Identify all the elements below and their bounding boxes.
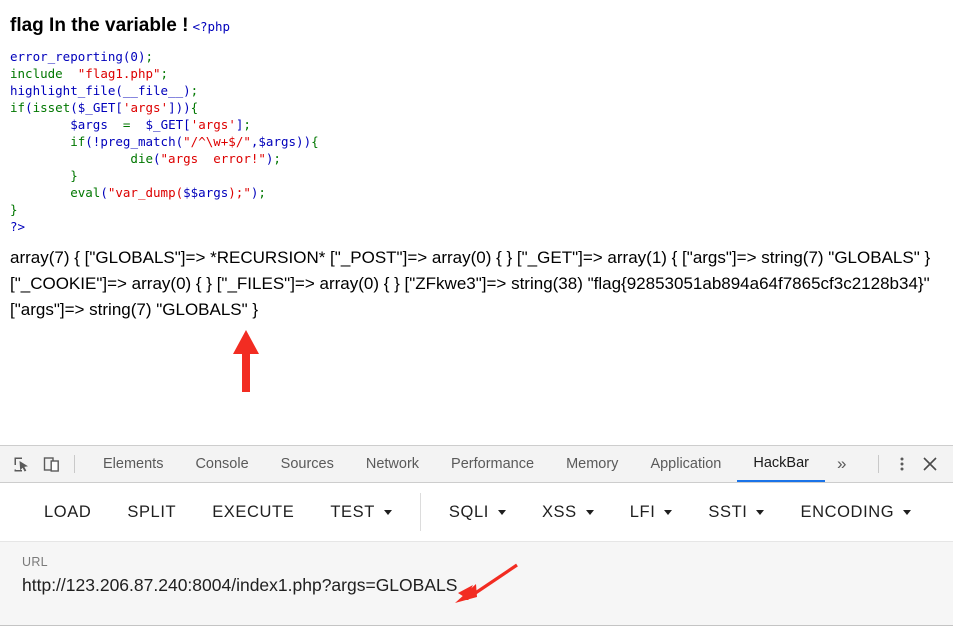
execute-button-label: EXECUTE xyxy=(212,502,295,521)
ssti-dropdown-button[interactable]: SSTI xyxy=(690,503,782,522)
page-title: flag In the variable ! <?php xyxy=(0,0,953,38)
php-source-code: error_reporting(0); include "flag1.php";… xyxy=(10,48,319,234)
lfi-button-label: LFI xyxy=(629,502,656,521)
url-input[interactable]: http://123.206.87.240:8004/index1.php?ar… xyxy=(22,575,953,596)
lfi-dropdown-button[interactable]: LFI xyxy=(612,503,691,522)
code-line-6: if xyxy=(70,133,86,149)
right-controls-divider xyxy=(878,455,879,473)
hackbar-panel: LOAD SPLIT EXECUTE TEST SQLI XSS LFI SST… xyxy=(0,483,953,626)
xss-button-label: XSS xyxy=(541,502,577,521)
load-button[interactable]: LOAD xyxy=(26,503,109,522)
xss-dropdown-button[interactable]: XSS xyxy=(524,503,612,522)
devtools-right-controls xyxy=(870,446,953,482)
inspect-element-icon[interactable] xyxy=(8,451,34,477)
code-line-2: include xyxy=(10,65,63,81)
arrow-pointing-at-flag xyxy=(233,330,259,392)
hackbar-toolbar-divider xyxy=(419,493,421,531)
chevron-down-icon xyxy=(383,509,392,515)
device-toolbar-icon[interactable] xyxy=(38,451,64,477)
toolbar-divider xyxy=(74,455,75,473)
split-button[interactable]: SPLIT xyxy=(109,503,194,522)
chevron-down-icon xyxy=(903,509,912,515)
tab-elements[interactable]: Elements xyxy=(87,446,179,482)
chevron-down-icon xyxy=(497,509,506,515)
ssti-button-label: SSTI xyxy=(708,502,748,521)
tab-sources[interactable]: Sources xyxy=(265,446,350,482)
code-line-10: } xyxy=(10,201,18,217)
code-line-1: error_reporting xyxy=(10,48,123,64)
page-viewport: flag In the variable ! <?php error_report… xyxy=(0,0,953,445)
execute-button[interactable]: EXECUTE xyxy=(194,503,312,522)
code-line-11: ?> xyxy=(10,218,26,234)
devtools-tool-icons xyxy=(0,446,87,482)
split-button-label: SPLIT xyxy=(127,502,177,521)
devtools-panel: Elements Console Sources Network Perform… xyxy=(0,445,953,626)
var-dump-output: array(7) { ["GLOBALS"]=> *RECURSION* ["_… xyxy=(10,247,931,319)
hackbar-toolbar: LOAD SPLIT EXECUTE TEST SQLI XSS LFI SST… xyxy=(0,483,953,542)
chevron-down-icon xyxy=(664,509,673,515)
kebab-menu-icon[interactable] xyxy=(889,451,915,477)
tab-network[interactable]: Network xyxy=(350,446,435,482)
tab-application[interactable]: Application xyxy=(634,446,737,482)
chevron-down-icon xyxy=(756,509,765,515)
code-line-4: if xyxy=(10,99,26,115)
code-line-7: die xyxy=(130,150,153,166)
chevron-down-icon xyxy=(585,509,594,515)
more-tabs-icon[interactable]: » xyxy=(825,446,858,482)
close-icon[interactable] xyxy=(917,451,943,477)
tab-performance[interactable]: Performance xyxy=(435,446,550,482)
page-title-text: flag In the variable ! xyxy=(10,15,189,36)
test-button-label: TEST xyxy=(330,502,375,521)
hackbar-url-section[interactable]: URL http://123.206.87.240:8004/index1.ph… xyxy=(0,542,953,626)
devtools-tab-list: Elements Console Sources Network Perform… xyxy=(87,446,870,482)
encoding-dropdown-button[interactable]: ENCODING xyxy=(782,503,929,522)
encoding-button-label: ENCODING xyxy=(800,502,895,521)
code-line-8: } xyxy=(70,167,78,183)
load-button-label: LOAD xyxy=(44,502,92,521)
code-line-3: highlight_file xyxy=(10,82,116,98)
tab-memory[interactable]: Memory xyxy=(550,446,634,482)
test-dropdown-button[interactable]: TEST xyxy=(312,503,410,522)
tab-hackbar[interactable]: HackBar xyxy=(737,446,825,482)
code-line-5: $args xyxy=(70,116,108,132)
devtools-tabbar: Elements Console Sources Network Perform… xyxy=(0,446,953,483)
tab-console[interactable]: Console xyxy=(179,446,264,482)
php-open-tag: <?php xyxy=(192,19,231,34)
sqli-dropdown-button[interactable]: SQLI xyxy=(431,503,524,522)
url-field-label: URL xyxy=(22,555,48,569)
sqli-button-label: SQLI xyxy=(448,502,489,521)
code-line-9: eval xyxy=(70,184,101,200)
